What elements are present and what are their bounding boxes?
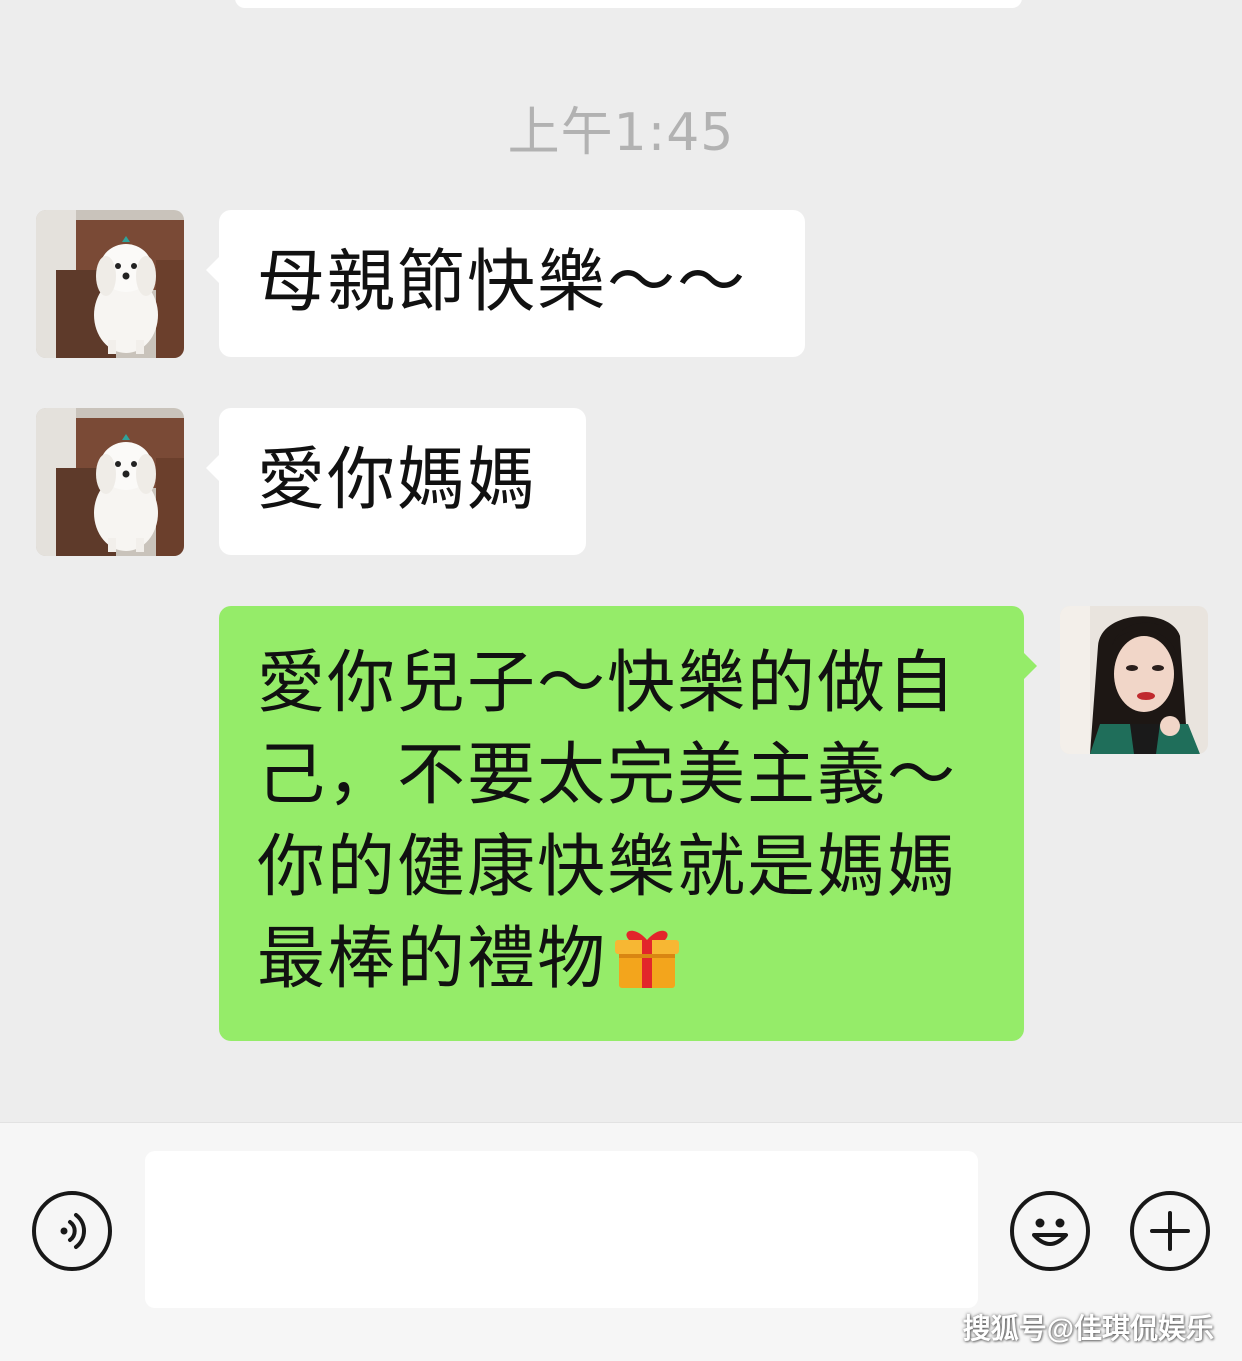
message-timestamp: 上午1:45 — [507, 103, 735, 163]
dog-avatar-image — [36, 210, 184, 358]
previous-message-bubble — [235, 0, 1022, 8]
message-text: 愛你媽媽 — [257, 441, 538, 520]
message-text: 愛你兒子～快樂的做自己，不要太完美主義～你的健康快樂就是媽媽最棒的禮物 — [257, 644, 958, 999]
contact-avatar[interactable] — [36, 210, 184, 358]
incoming-message-bubble[interactable]: 愛你媽媽 — [206, 408, 586, 555]
incoming-message-bubble[interactable]: 母親節快樂～～ — [206, 210, 805, 357]
user-avatar[interactable] — [1060, 606, 1208, 754]
dog-avatar-image — [36, 408, 184, 556]
woman-avatar-image — [1060, 606, 1208, 754]
voice-button[interactable] — [32, 1191, 112, 1271]
contact-avatar[interactable] — [36, 408, 184, 556]
message-input[interactable] — [145, 1151, 978, 1308]
message-text: 母親節快樂～～ — [257, 243, 748, 322]
smiley-icon — [1032, 1218, 1068, 1246]
watermark: 搜狐号@佳琪侃娱乐 — [962, 1313, 1214, 1344]
outgoing-message-bubble[interactable]: 愛你兒子～快樂的做自己，不要太完美主義～你的健康快樂就是媽媽最棒的禮物 — [219, 606, 1037, 1041]
more-button[interactable] — [1130, 1191, 1210, 1271]
plus-icon — [1150, 1211, 1190, 1251]
gift-emoji-icon — [611, 920, 683, 992]
emoji-button[interactable] — [1010, 1191, 1090, 1271]
voice-icon — [60, 1213, 86, 1249]
